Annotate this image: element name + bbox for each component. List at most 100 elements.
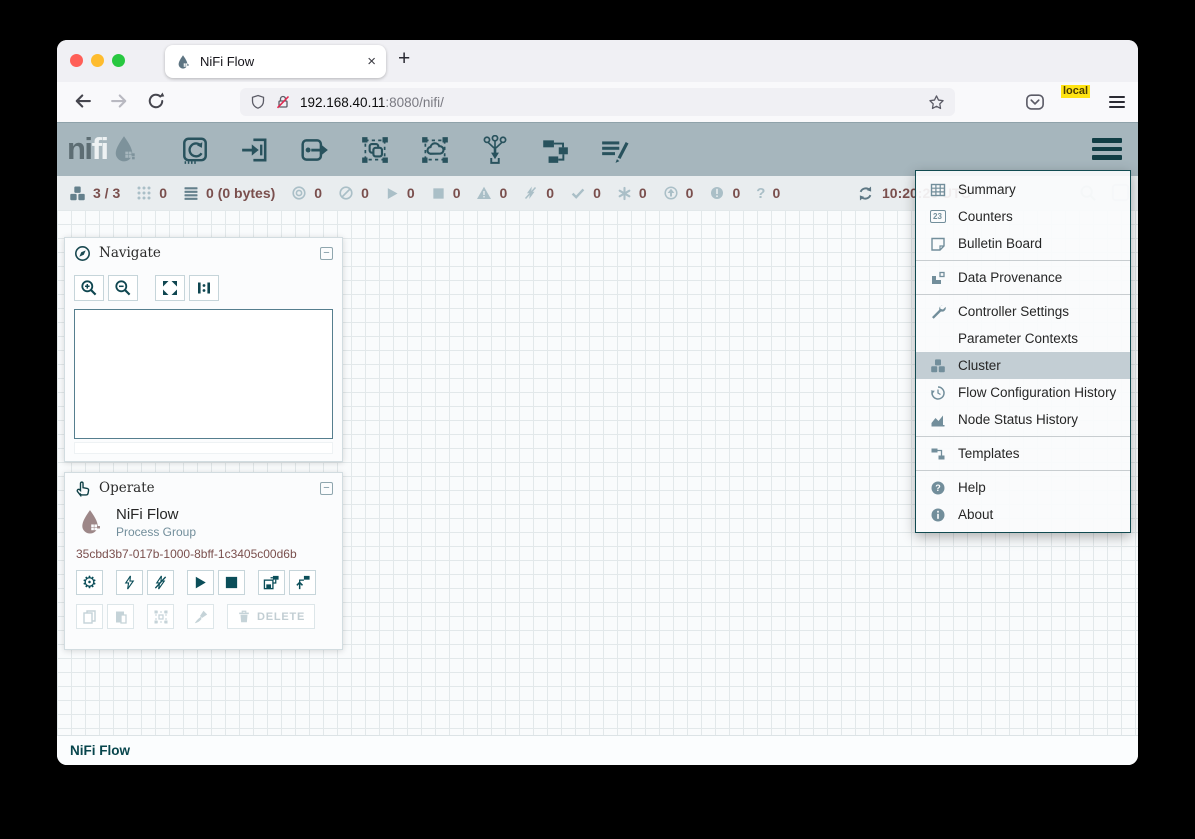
menu-item-help[interactable]: ? Help [916, 474, 1130, 501]
zoom-in-button[interactable] [74, 275, 104, 301]
threads-count: 0 [159, 185, 167, 201]
save-template-button[interactable] [258, 570, 285, 595]
profile-avatar[interactable]: local [1064, 89, 1090, 115]
start-button[interactable] [187, 570, 214, 595]
menu-item-cluster[interactable]: Cluster [916, 352, 1130, 379]
label-tool[interactable] [599, 134, 631, 166]
component-id: 35cbd3b7-017b-1000-8bff-1c3405c00d6b [76, 547, 331, 561]
locally-modified-stale-count: 0 [732, 185, 740, 201]
component-type: Process Group [116, 525, 196, 539]
queued-count: 0 (0 bytes) [206, 185, 275, 201]
provenance-icon [928, 270, 947, 286]
url-bar[interactable]: 192.168.40.11:8080/nifi/ [240, 88, 955, 116]
browser-menu-icon[interactable] [1109, 96, 1125, 108]
play-icon [193, 575, 208, 590]
zoom-fit-button[interactable] [155, 275, 185, 301]
new-tab-button[interactable]: + [398, 47, 410, 71]
menu-item-bulletin-board[interactable]: Bulletin Board [916, 230, 1130, 257]
collapse-operate-icon[interactable]: − [320, 482, 333, 495]
url-text[interactable]: 192.168.40.11:8080/nifi/ [300, 95, 444, 110]
breadcrumb-bar: NiFi Flow [57, 735, 1138, 765]
group-button[interactable] [147, 604, 174, 629]
menu-item-templates[interactable]: Templates [916, 440, 1130, 467]
reload-icon[interactable] [146, 91, 166, 111]
minimize-window-button[interactable] [91, 54, 104, 67]
navigate-header[interactable]: Navigate − [65, 238, 342, 268]
not-transmitting-status: 0 [338, 185, 369, 201]
input-port-tool[interactable] [239, 134, 271, 166]
output-port-tool[interactable] [299, 134, 331, 166]
refresh-icon[interactable] [857, 185, 874, 202]
nav-right-buttons: local [1025, 89, 1125, 115]
save-template-icon [263, 574, 280, 591]
table-icon [928, 182, 947, 198]
not-transmitting-icon [338, 185, 354, 201]
queued-icon [183, 185, 199, 201]
paste-button[interactable] [107, 604, 134, 629]
menu-divider [916, 260, 1130, 261]
nifi-header-toolbar: nifi [57, 122, 1138, 176]
threads-icon [136, 185, 152, 201]
shield-icon[interactable] [250, 94, 266, 110]
process-group-tool[interactable] [359, 134, 391, 166]
template-tool[interactable] [539, 134, 571, 166]
close-window-button[interactable] [70, 54, 83, 67]
enable-button[interactable] [116, 570, 143, 595]
menu-item-parameter-contexts[interactable]: Parameter Contexts [916, 325, 1130, 352]
back-icon[interactable] [73, 91, 93, 111]
menu-item-counters[interactable]: 23 Counters [916, 203, 1130, 230]
insecure-lock-icon[interactable] [275, 94, 291, 110]
stopped-icon [431, 186, 446, 201]
breadcrumb[interactable]: NiFi Flow [70, 743, 130, 758]
funnel-tool[interactable] [479, 134, 511, 166]
group-icon [153, 609, 169, 625]
delete-button[interactable]: DELETE [227, 604, 315, 629]
forward-icon[interactable] [109, 91, 129, 111]
zoom-actual-button[interactable] [189, 275, 219, 301]
remote-process-group-tool[interactable] [419, 134, 451, 166]
menu-divider [916, 436, 1130, 437]
cluster-count: 3 / 3 [93, 185, 120, 201]
profile-badge: local [1061, 85, 1090, 98]
menu-item-flow-configuration-history[interactable]: Flow Configuration History [916, 379, 1130, 406]
menu-item-controller-settings[interactable]: Controller Settings [916, 298, 1130, 325]
configure-button[interactable]: ⚙ [76, 570, 103, 595]
menu-item-about[interactable]: About [916, 501, 1130, 528]
sticky-note-icon [928, 236, 947, 252]
color-button[interactable] [187, 604, 214, 629]
menu-item-summary[interactable]: Summary [916, 176, 1130, 203]
star-icon[interactable] [928, 94, 945, 111]
paste-icon [113, 609, 129, 625]
birdseye-view[interactable] [74, 309, 333, 439]
hand-pointer-icon [74, 480, 91, 497]
copy-button[interactable] [76, 604, 103, 629]
cluster-status: 3 / 3 [69, 185, 120, 202]
invalid-count: 0 [499, 185, 507, 201]
pocket-icon[interactable] [1025, 92, 1045, 112]
browser-tab[interactable]: NiFi Flow × [165, 45, 386, 78]
menu-item-node-status-history[interactable]: Node Status History [916, 406, 1130, 433]
browser-tab-bar: NiFi Flow × + [57, 40, 1138, 82]
collapse-navigate-icon[interactable]: − [320, 247, 333, 260]
trash-icon [237, 609, 251, 624]
invalid-icon [476, 185, 492, 201]
sync-failure-count: 0 [772, 185, 780, 201]
zoom-out-button[interactable] [108, 275, 138, 301]
navigate-buttons [65, 268, 342, 305]
disabled-status: 0 [523, 185, 554, 201]
navigate-palette: Navigate − [64, 237, 343, 462]
chart-area-icon [928, 412, 947, 428]
component-name: NiFi Flow [116, 506, 196, 523]
global-menu-icon[interactable] [1092, 138, 1122, 160]
menu-item-data-provenance[interactable]: Data Provenance [916, 264, 1130, 291]
disable-button[interactable] [147, 570, 174, 595]
processor-tool[interactable] [179, 134, 211, 166]
counters-icon: 23 [928, 210, 947, 223]
upload-template-button[interactable] [289, 570, 316, 595]
stop-button[interactable] [218, 570, 245, 595]
svg-text:?: ? [935, 483, 941, 493]
close-tab-icon[interactable]: × [367, 54, 376, 69]
operate-header[interactable]: Operate − [65, 473, 342, 503]
zoom-window-button[interactable] [112, 54, 125, 67]
invalid-status: 0 [476, 185, 507, 201]
